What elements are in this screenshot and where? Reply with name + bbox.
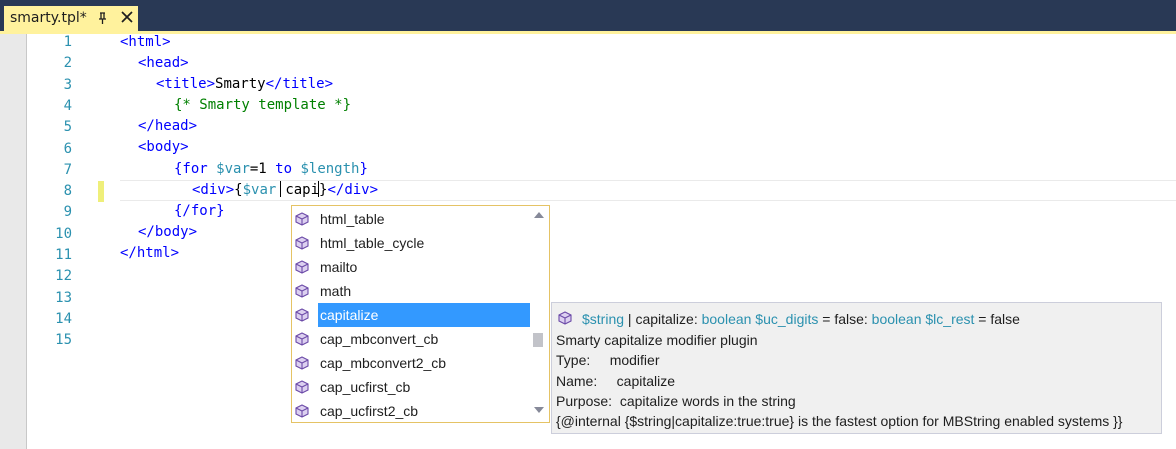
plugin-cube-icon (295, 380, 309, 394)
line-number: 5 (63, 119, 72, 136)
line-number: 7 (63, 161, 72, 178)
line-number: 15 (55, 332, 72, 349)
line-number: 3 (63, 76, 72, 93)
scroll-up-icon[interactable] (533, 211, 545, 219)
code-line-11: </html> (120, 245, 180, 261)
margin-divider (26, 34, 27, 449)
completion-item-label: capitalize (320, 307, 379, 323)
plugin-cube-icon (295, 308, 309, 322)
line-number: 13 (55, 289, 72, 306)
plugin-cube-icon (558, 311, 572, 325)
completion-item-label: math (320, 283, 352, 299)
tooltip-type: Type: modifier (556, 352, 660, 368)
line-number: 2 (63, 55, 72, 72)
tab-underline (0, 31, 1176, 34)
line-number: 1 (63, 34, 72, 50)
tab-title: smarty.tpl* (10, 10, 87, 26)
code-line-6: <body> (138, 139, 189, 155)
tooltip-purpose: Purpose: capitalize words in the string (556, 393, 796, 409)
completion-item-html-table-cycle[interactable]: html_table_cycle (292, 231, 530, 255)
line-number: 9 (63, 204, 72, 221)
line-number: 6 (63, 140, 72, 157)
completion-item-capitalize[interactable]: capitalize (295, 303, 530, 327)
completion-item-html-table[interactable]: html_table (292, 207, 530, 231)
completion-item-cap-mbconvert-cb[interactable]: cap_mbconvert_cb (292, 327, 530, 351)
code-line-3: <title>Smarty</title> (156, 76, 334, 92)
plugin-cube-icon (295, 212, 309, 226)
line-number: 4 (63, 97, 72, 114)
completion-item-math[interactable]: math (292, 279, 530, 303)
document-tab-bar (0, 0, 1176, 31)
scroll-down-icon[interactable] (533, 406, 545, 414)
scroll-thumb[interactable] (533, 333, 543, 347)
plugin-cube-icon (295, 260, 309, 274)
line-number: 11 (55, 247, 72, 263)
code-line-2: <head> (138, 55, 189, 71)
code-line-10: </body> (138, 224, 198, 240)
code-line-8: <div>{$var capi}</div> (192, 181, 379, 198)
completion-item-label: mailto (320, 259, 358, 275)
code-line-9: {/for} (174, 203, 225, 219)
line-number: 10 (55, 225, 72, 242)
plugin-cube-icon (295, 356, 309, 370)
close-icon[interactable] (120, 10, 134, 24)
completion-item-label: cap_mbconvert_cb (320, 331, 439, 347)
modifier-pipe (280, 181, 282, 197)
completion-item-label: cap_ucfirst_cb (320, 379, 411, 395)
completion-item-cap-ucfirst2-cb[interactable]: cap_ucfirst2_cb (292, 399, 530, 423)
code-line-5: </head> (138, 118, 198, 134)
editor-margin (0, 34, 26, 449)
line-number: 8 (63, 183, 72, 200)
plugin-cube-icon (295, 284, 309, 298)
plugin-cube-icon (295, 236, 309, 250)
completion-item-label: html_table (320, 211, 385, 227)
tooltip-name: Name: capitalize (556, 373, 676, 389)
completion-list[interactable]: html_table html_table_cyclemailto math capi… (291, 205, 550, 423)
line-number: 12 (55, 268, 72, 285)
code-line-7: {for $var=1 to $length} (174, 161, 368, 177)
tab-smarty-tpl[interactable]: smarty.tpl* (4, 6, 138, 31)
completion-item-cap-mbconvert2-cb[interactable]: cap_mbconvert2_cb (292, 351, 530, 375)
plugin-cube-icon (295, 332, 309, 346)
quick-info-tooltip: $string | capitalize: boolean $uc_digits… (551, 302, 1162, 434)
plugin-cube-icon (295, 404, 309, 418)
pin-icon[interactable] (96, 10, 110, 26)
completion-item-label: html_table_cycle (320, 235, 425, 251)
completion-item-label: cap_ucfirst2_cb (320, 403, 419, 419)
completion-item-label: cap_mbconvert2_cb (320, 355, 447, 371)
tooltip-internal: {@internal {$string|capitalize:true:true… (556, 413, 1123, 429)
completion-scrollbar[interactable] (530, 206, 549, 422)
code-line-4: {* Smarty template *} (174, 97, 352, 113)
tooltip-description: Smarty capitalize modifier plugin (556, 332, 758, 348)
change-tracking-marker (98, 181, 104, 202)
line-number: 14 (55, 310, 72, 327)
completion-item-mailto[interactable]: mailto (292, 255, 530, 279)
code-line-1: <html> (120, 34, 171, 50)
completion-item-cap-ucfirst-cb[interactable]: cap_ucfirst_cb (292, 375, 530, 399)
tooltip-signature: $string | capitalize: boolean $uc_digits… (582, 311, 1020, 327)
